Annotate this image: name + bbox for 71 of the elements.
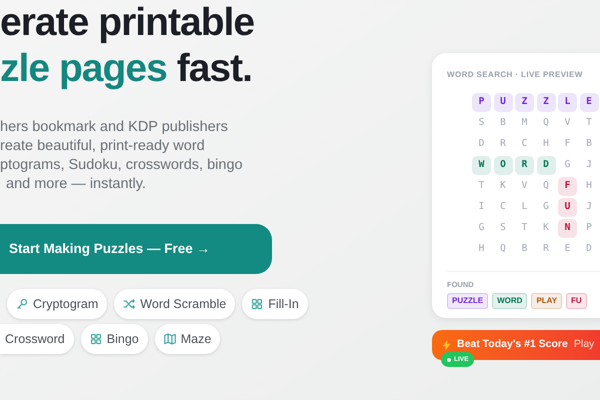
grid-letter: R — [542, 242, 550, 256]
grid-letter: Z — [536, 93, 556, 112]
found-word-tag: FU — [566, 293, 587, 310]
grid-letter: G — [564, 158, 572, 172]
grid-letter: P — [472, 93, 491, 112]
grid-letter: F — [558, 177, 577, 196]
preview-title: WORD SEARCH · LIVE PREVIEW — [447, 69, 584, 81]
grid-letter: S — [499, 221, 507, 236]
grid-letter: D — [585, 242, 593, 256]
grid-letter: D — [536, 156, 556, 175]
hero-description: hers bookmark and KDP publishers reate beautiful, print-ready word ptograms, Sudoku, crosswords, bingo and more — instantly. — [0, 118, 244, 194]
grid-letter: E — [564, 242, 572, 256]
puzzle-type-chip[interactable]: Fill-In — [242, 289, 308, 319]
grid-letter: M — [520, 116, 528, 130]
grid-letter: C — [520, 137, 528, 152]
grid-icon — [90, 333, 102, 345]
grid-letter: R — [515, 156, 534, 175]
grid-letter: N — [558, 219, 577, 238]
grid-letter: B — [520, 242, 528, 256]
hero-heading: erate printable zle pages fast. — [0, 0, 256, 92]
grid-letter: B — [585, 137, 593, 152]
dot-icon — [447, 358, 451, 362]
grid-letter: U — [494, 93, 512, 112]
grid-letter: T — [585, 116, 593, 130]
grid-letter: L — [520, 200, 528, 214]
grid-letter: F — [564, 137, 572, 152]
grid-letter: D — [478, 137, 486, 152]
grid-letter: V — [564, 116, 572, 130]
found-word-tag: PUZZLE — [447, 293, 488, 310]
grid-letter: Q — [499, 242, 507, 256]
grid-letter: H — [478, 242, 486, 256]
puzzle-type-chip[interactable]: Bingo — [80, 324, 148, 354]
puzzle-type-chip[interactable]: Cryptogram — [7, 289, 108, 319]
start-button[interactable]: Start Making Puzzles — Free → — [0, 224, 272, 274]
grid-letter: B — [499, 116, 507, 130]
grid-letter: K — [542, 221, 550, 236]
grid-letter: C — [499, 200, 507, 214]
grid-letter: Q — [542, 116, 550, 130]
grid-letter: G — [478, 221, 486, 236]
grid-letter: U — [558, 198, 577, 217]
grid-letter: R — [499, 137, 507, 152]
grid-letter: V — [520, 179, 528, 194]
lightning-icon — [442, 340, 451, 350]
map-icon — [164, 333, 176, 345]
grid-letter: J — [585, 200, 593, 214]
puzzle-type-chip[interactable]: Crossword — [0, 324, 74, 354]
grid-letter: H — [542, 137, 550, 152]
puzzle-type-chip[interactable]: Word Scramble — [114, 289, 236, 319]
grid-icon — [251, 298, 264, 310]
grid-letter: H — [585, 179, 593, 194]
puzzle-type-chip[interactable]: Maze — [154, 324, 220, 354]
grid-letter: I — [478, 200, 486, 214]
key-icon — [16, 298, 28, 310]
grid-letter: P — [585, 221, 593, 236]
grid-letter: Z — [515, 93, 534, 112]
grid-letter: O — [494, 156, 512, 175]
found-word-tag: WORD — [492, 293, 528, 310]
grid-letter: W — [472, 156, 491, 175]
grid-letter: Q — [542, 179, 550, 194]
grid-letter: T — [520, 221, 528, 236]
grid-letter: K — [499, 179, 507, 194]
grid-letter: T — [478, 179, 486, 194]
grid-letter: J — [585, 158, 593, 172]
found-word-tag: PLAY — [531, 293, 562, 310]
grid-letter: E — [580, 93, 598, 112]
banner-title: Beat Today's #1 Score — [457, 337, 568, 352]
shuffle-icon — [123, 298, 136, 310]
banner-subtext: Play — [574, 337, 594, 352]
grid-letter: L — [558, 93, 577, 112]
grid-letter: G — [542, 200, 550, 214]
grid-letter: S — [478, 116, 486, 130]
